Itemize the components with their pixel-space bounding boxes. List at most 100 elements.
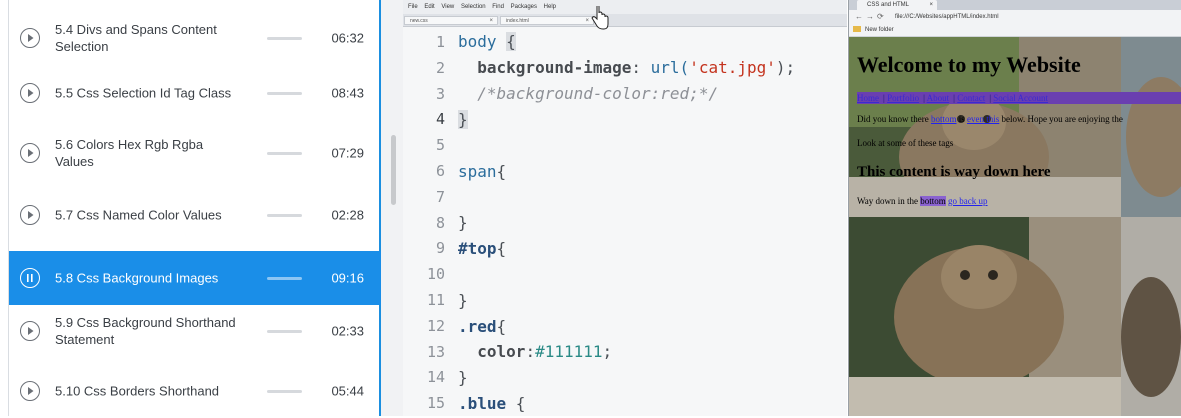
nav-link-portfolio[interactable]: Portfolio bbox=[887, 93, 919, 103]
code-line-8[interactable]: } bbox=[458, 213, 468, 232]
code-line-12[interactable]: .red{ bbox=[458, 317, 506, 336]
bottom-link[interactable]: bottom bbox=[931, 114, 957, 124]
address-bar-row: ←→⟳ file:///C:/Websites/appHTML/index.ht… bbox=[849, 10, 1181, 24]
menu-help[interactable]: Help bbox=[544, 0, 556, 14]
css-brace: } bbox=[458, 368, 468, 387]
css-value: #111111 bbox=[535, 342, 603, 361]
play-icon[interactable] bbox=[20, 321, 40, 341]
line-number: 13 bbox=[426, 342, 445, 361]
nav-link-contact[interactable]: Contact bbox=[957, 93, 985, 103]
css-end: ); bbox=[775, 58, 796, 77]
css-selector: span bbox=[458, 162, 497, 181]
code-line-2[interactable]: background-image: url('cat.jpg'); bbox=[458, 58, 795, 77]
line-number: 6 bbox=[435, 162, 445, 180]
css-selector: body bbox=[458, 32, 497, 51]
tab-new-css[interactable]: new.css × bbox=[404, 16, 498, 25]
menu-edit[interactable]: Edit bbox=[424, 0, 434, 14]
line-number: 8 bbox=[435, 213, 445, 232]
play-icon[interactable] bbox=[20, 143, 40, 163]
lesson-duration: 06:32 bbox=[331, 30, 364, 46]
css-selector: #top bbox=[458, 239, 497, 258]
css-brace: { bbox=[506, 32, 516, 51]
url-field[interactable]: file:///C:/Websites/appHTML/index.html bbox=[895, 12, 1165, 22]
close-icon[interactable]: × bbox=[929, 0, 933, 10]
hand-cursor-icon bbox=[591, 6, 609, 30]
lesson-list-scrollbar[interactable] bbox=[391, 135, 396, 205]
bottom-anchor: bottom bbox=[920, 196, 946, 206]
line-number: 9 bbox=[435, 239, 445, 258]
code-line-14[interactable]: } bbox=[458, 368, 468, 387]
cat-background-image bbox=[1121, 37, 1181, 217]
bookmarks-bar: New folder bbox=[849, 24, 1181, 37]
menu-view[interactable]: View bbox=[441, 0, 454, 14]
paragraph: Did you know there bottom is even this b… bbox=[857, 114, 1123, 124]
lesson-title: 5.4 Divs and Spans Content Selection bbox=[55, 22, 217, 54]
tab-label: index.html bbox=[506, 18, 529, 24]
lesson-duration: 05:44 bbox=[331, 383, 364, 399]
play-icon[interactable] bbox=[20, 381, 40, 401]
close-icon[interactable]: × bbox=[489, 17, 493, 26]
go-back-up-link[interactable]: go back up bbox=[948, 196, 988, 206]
lesson-duration: 02:33 bbox=[331, 323, 364, 339]
lesson-list: 5.4 Divs and Spans Content Selection 06:3… bbox=[8, 0, 381, 416]
play-icon[interactable] bbox=[20, 83, 40, 103]
editor-menubar: File Edit View Selection Find Packages H… bbox=[403, 0, 847, 14]
lesson-item[interactable]: 5.10 Css Borders Shorthand 05:44 bbox=[9, 364, 381, 418]
browser-tab-title: CSS and HTML bbox=[867, 2, 910, 8]
nav-link-about[interactable]: About bbox=[927, 93, 950, 103]
site-nav: Home | Portfolio | About | Contact | Social … bbox=[857, 92, 1181, 104]
code-editor: File Edit View Selection Find Packages H… bbox=[403, 0, 847, 416]
close-icon[interactable]: × bbox=[585, 17, 589, 26]
lesson-item[interactable]: 5.9 Css Background Shorthand Statement 02… bbox=[9, 304, 381, 358]
lesson-item[interactable]: 5.4 Divs and Spans Content Selection 06:3… bbox=[9, 11, 381, 65]
pause-icon[interactable] bbox=[20, 268, 40, 288]
tab-index-html[interactable]: index.html × bbox=[500, 16, 594, 25]
css-brace: { bbox=[496, 317, 507, 336]
code-line-4[interactable]: } bbox=[458, 110, 468, 129]
code-line-15[interactable]: .blue { bbox=[458, 394, 525, 413]
line-number: 4 bbox=[435, 110, 445, 129]
even-this-link[interactable]: even this bbox=[967, 114, 999, 124]
menu-find[interactable]: Find bbox=[492, 0, 504, 14]
nav-link-social[interactable]: Social Account bbox=[993, 93, 1048, 103]
lesson-duration: 07:29 bbox=[331, 145, 364, 161]
code-line-11[interactable]: } bbox=[458, 291, 468, 310]
lesson-progress-bar bbox=[267, 37, 302, 40]
code-line-1[interactable]: body { bbox=[458, 32, 516, 51]
line-number: 12 bbox=[426, 316, 445, 335]
css-brace: { bbox=[506, 394, 526, 413]
line-number: 10 bbox=[426, 265, 445, 284]
panel-gutter bbox=[381, 0, 403, 416]
course-sidebar: 5.4 Divs and Spans Content Selection 06:3… bbox=[0, 0, 381, 416]
css-property: background-image bbox=[477, 58, 632, 77]
menu-selection[interactable]: Selection bbox=[461, 0, 486, 14]
lesson-item[interactable]: 5.7 Css Named Color Values 02:28 bbox=[9, 188, 381, 242]
browser-tab[interactable]: CSS and HTML × bbox=[857, 0, 937, 10]
lesson-item[interactable]: 5.6 Colors Hex Rgb Rgba Values 07:29 bbox=[9, 126, 381, 180]
line-number: 11 bbox=[426, 291, 445, 309]
lesson-title: 5.9 Css Background Shorthand Statement bbox=[55, 315, 236, 347]
lesson-item[interactable]: 5.5 Css Selection Id Tag Class 08:43 bbox=[9, 66, 381, 120]
lesson-title: 5.10 Css Borders Shorthand bbox=[55, 383, 220, 399]
code-line-6[interactable]: span{ bbox=[458, 162, 506, 181]
editor-tabs: new.css × index.html × bbox=[403, 14, 847, 27]
web-page: Welcome to my Website Home | Portfolio | A… bbox=[849, 37, 1181, 416]
css-string: 'cat.jpg' bbox=[689, 58, 776, 77]
lesson-item[interactable]: 5.8 Css Background Images 09:16 bbox=[9, 251, 381, 305]
nav-arrows-icon[interactable]: ←→⟳ bbox=[855, 12, 887, 21]
css-brace: { bbox=[496, 162, 507, 181]
menu-file[interactable]: File bbox=[408, 0, 418, 14]
lesson-progress-bar bbox=[267, 330, 302, 333]
play-icon[interactable] bbox=[20, 28, 40, 48]
section-heading: This content is way down here bbox=[857, 164, 1051, 180]
code-line-3[interactable]: /*background-color:red;*/ bbox=[458, 84, 718, 103]
line-number: 1 bbox=[435, 33, 445, 51]
lesson-progress-bar bbox=[267, 214, 302, 217]
menu-packages[interactable]: Packages bbox=[511, 0, 537, 14]
code-line-9[interactable]: #top{ bbox=[458, 239, 506, 258]
bookmark-folder[interactable]: New folder bbox=[865, 24, 894, 36]
code-line-13[interactable]: color:#111111; bbox=[458, 342, 612, 361]
nav-link-home[interactable]: Home bbox=[857, 93, 879, 103]
play-icon[interactable] bbox=[20, 205, 40, 225]
lesson-progress-bar bbox=[267, 277, 302, 280]
